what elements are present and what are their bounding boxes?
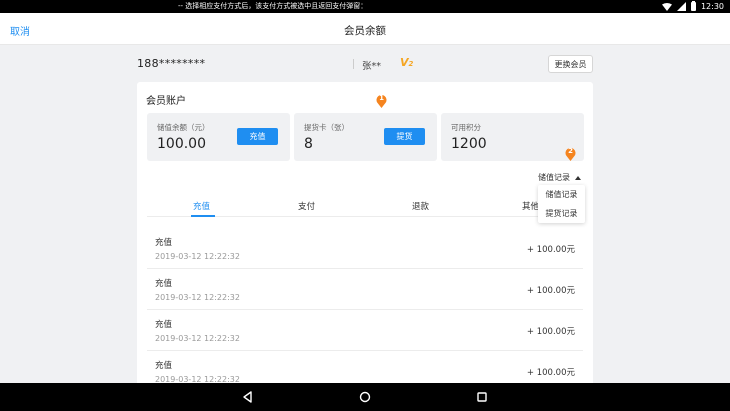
tab-payment[interactable]: 支付 xyxy=(298,200,315,212)
record-amount: + 100.00元 xyxy=(526,368,575,378)
pickup-button[interactable]: 提货 xyxy=(384,128,425,145)
annotation-marker-2: 2 xyxy=(565,146,576,161)
stored-balance-value: 100.00 xyxy=(157,136,206,152)
tab-other[interactable]: 其他 xyxy=(522,200,539,212)
points-card: 可用积分 1200 xyxy=(441,113,584,161)
annotation-marker-1: 1 xyxy=(376,93,387,108)
points-label: 可用积分 xyxy=(451,123,481,132)
record-amount: + 100.00元 xyxy=(526,245,575,255)
page-title: 会员余额 xyxy=(344,25,386,37)
pickup-card-label: 提货卡（张） xyxy=(304,123,349,132)
record-amount: + 100.00元 xyxy=(526,327,575,337)
dropdown-option-pickup-records[interactable]: 提货记录 xyxy=(538,204,585,223)
record-title: 充值 xyxy=(155,238,173,248)
record-time: 2019-03-12 12:22:32 xyxy=(155,252,240,261)
pickup-card-value: 8 xyxy=(304,136,313,152)
home-icon[interactable] xyxy=(358,390,372,404)
record-row[interactable]: 充值 2019-03-12 12:22:32 + 100.00元 xyxy=(147,269,583,310)
records-toggle-label: 储值记录 xyxy=(538,173,570,182)
switch-member-button[interactable]: 更换会员 xyxy=(548,55,593,73)
record-amount: + 100.00元 xyxy=(526,286,575,296)
member-phone: 188******** xyxy=(137,57,206,70)
vip-badge: V2 xyxy=(400,56,413,69)
vip-prefix: V xyxy=(400,56,409,69)
recents-icon[interactable] xyxy=(475,390,489,404)
account-heading: 会员账户 xyxy=(146,96,186,107)
tab-recharge[interactable]: 充值 xyxy=(193,200,210,212)
stored-balance-label: 储值余额（元） xyxy=(157,123,210,132)
member-name: 张** xyxy=(362,61,382,72)
stored-balance-card: 储值余额（元） 100.00 充值 xyxy=(147,113,290,161)
active-tab-indicator xyxy=(191,215,215,217)
record-row[interactable]: 充值 2019-03-12 12:22:32 + 100.00元 xyxy=(147,228,583,269)
wifi-icon xyxy=(661,2,672,11)
header-bar: 取消 会员余额 xyxy=(0,13,730,45)
system-nav-bar xyxy=(0,383,730,411)
record-tabs: 充值 支付 退款 其他 xyxy=(147,195,583,217)
divider xyxy=(353,59,354,69)
pickup-card-card: 提货卡（张） 8 提货 xyxy=(294,113,437,161)
record-title: 充值 xyxy=(155,361,173,371)
recharge-button[interactable]: 充值 xyxy=(237,128,278,145)
record-time: 2019-03-12 12:22:32 xyxy=(155,334,240,343)
caret-up-icon xyxy=(575,175,581,180)
battery-icon xyxy=(690,1,696,11)
record-row[interactable]: 充值 2019-03-12 12:22:32 + 100.00元 xyxy=(147,310,583,351)
record-title: 充值 xyxy=(155,279,173,289)
status-notice: -- 选择相应支付方式后，该支付方式被选中且返回支付弹窗： xyxy=(178,2,368,10)
signal-icon xyxy=(676,2,686,11)
records-dropdown-menu: 储值记录 提货记录 xyxy=(538,185,585,223)
back-icon[interactable] xyxy=(241,390,255,404)
status-bar: -- 选择相应支付方式后，该支付方式被选中且返回支付弹窗： 12:30 xyxy=(0,0,730,13)
tab-refund[interactable]: 退款 xyxy=(412,200,429,212)
record-time: 2019-03-12 12:22:32 xyxy=(155,293,240,302)
member-account-card: 会员账户 储值余额（元） 100.00 充值 提货卡（张） 8 提货 可用积分 … xyxy=(137,82,593,392)
vip-level: 2 xyxy=(408,60,414,68)
dropdown-option-stored-records[interactable]: 储值记录 xyxy=(538,185,585,204)
records-dropdown-toggle[interactable]: 储值记录 xyxy=(538,172,581,183)
member-info: 188******** 张** V2 更换会员 xyxy=(137,55,593,73)
points-value: 1200 xyxy=(451,136,487,152)
record-title: 充值 xyxy=(155,320,173,330)
status-time: 12:30 xyxy=(700,2,724,11)
